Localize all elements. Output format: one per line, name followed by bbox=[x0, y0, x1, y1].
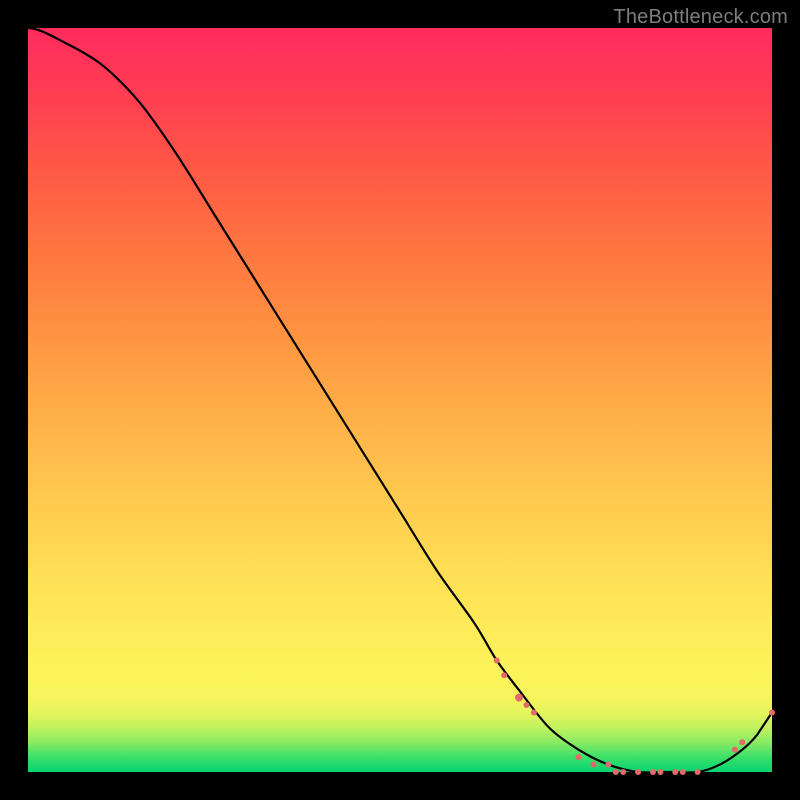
data-dot bbox=[515, 694, 523, 702]
data-dot bbox=[620, 769, 626, 775]
data-dot bbox=[672, 769, 678, 775]
bottleneck-curve bbox=[28, 28, 772, 772]
watermark-text: TheBottleneck.com bbox=[613, 6, 788, 29]
data-dot bbox=[732, 747, 738, 753]
chart-svg bbox=[28, 28, 772, 772]
data-dot bbox=[613, 769, 619, 775]
data-dot bbox=[650, 769, 656, 775]
data-dot bbox=[695, 769, 701, 775]
data-dot bbox=[739, 739, 745, 745]
data-dot bbox=[494, 657, 500, 663]
data-dot bbox=[769, 709, 775, 715]
data-dot bbox=[680, 769, 686, 775]
data-dot bbox=[501, 672, 507, 678]
plot-area bbox=[28, 28, 772, 772]
data-dot bbox=[605, 762, 611, 768]
data-dot bbox=[590, 762, 596, 768]
data-dot bbox=[635, 769, 641, 775]
data-dot bbox=[576, 754, 582, 760]
data-dot bbox=[523, 702, 529, 708]
data-dot bbox=[531, 709, 537, 715]
chart-frame: TheBottleneck.com bbox=[0, 0, 800, 800]
data-dot bbox=[657, 769, 663, 775]
